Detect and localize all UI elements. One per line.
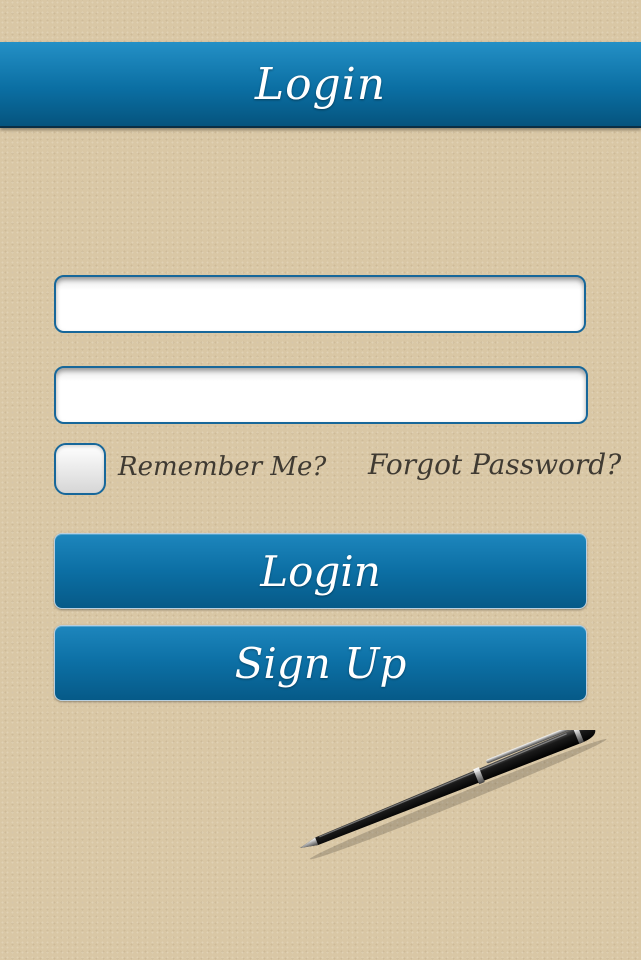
username-field[interactable]	[54, 275, 586, 333]
login-button-label: Login	[260, 546, 381, 596]
top-bar: Login	[0, 42, 641, 128]
sign-up-button-label: Sign Up	[234, 638, 407, 688]
remember-me-checkbox[interactable]	[54, 443, 106, 495]
sign-up-button[interactable]: Sign Up	[54, 625, 587, 701]
page-title: Login	[254, 58, 387, 110]
forgot-password-link[interactable]: Forgot Password?	[368, 448, 621, 481]
password-field[interactable]	[54, 366, 588, 424]
pen-icon	[300, 730, 607, 860]
remember-me-label[interactable]: Remember Me?	[118, 452, 326, 482]
password-input[interactable]	[56, 368, 586, 422]
username-input[interactable]	[56, 277, 584, 331]
login-button[interactable]: Login	[54, 533, 587, 609]
